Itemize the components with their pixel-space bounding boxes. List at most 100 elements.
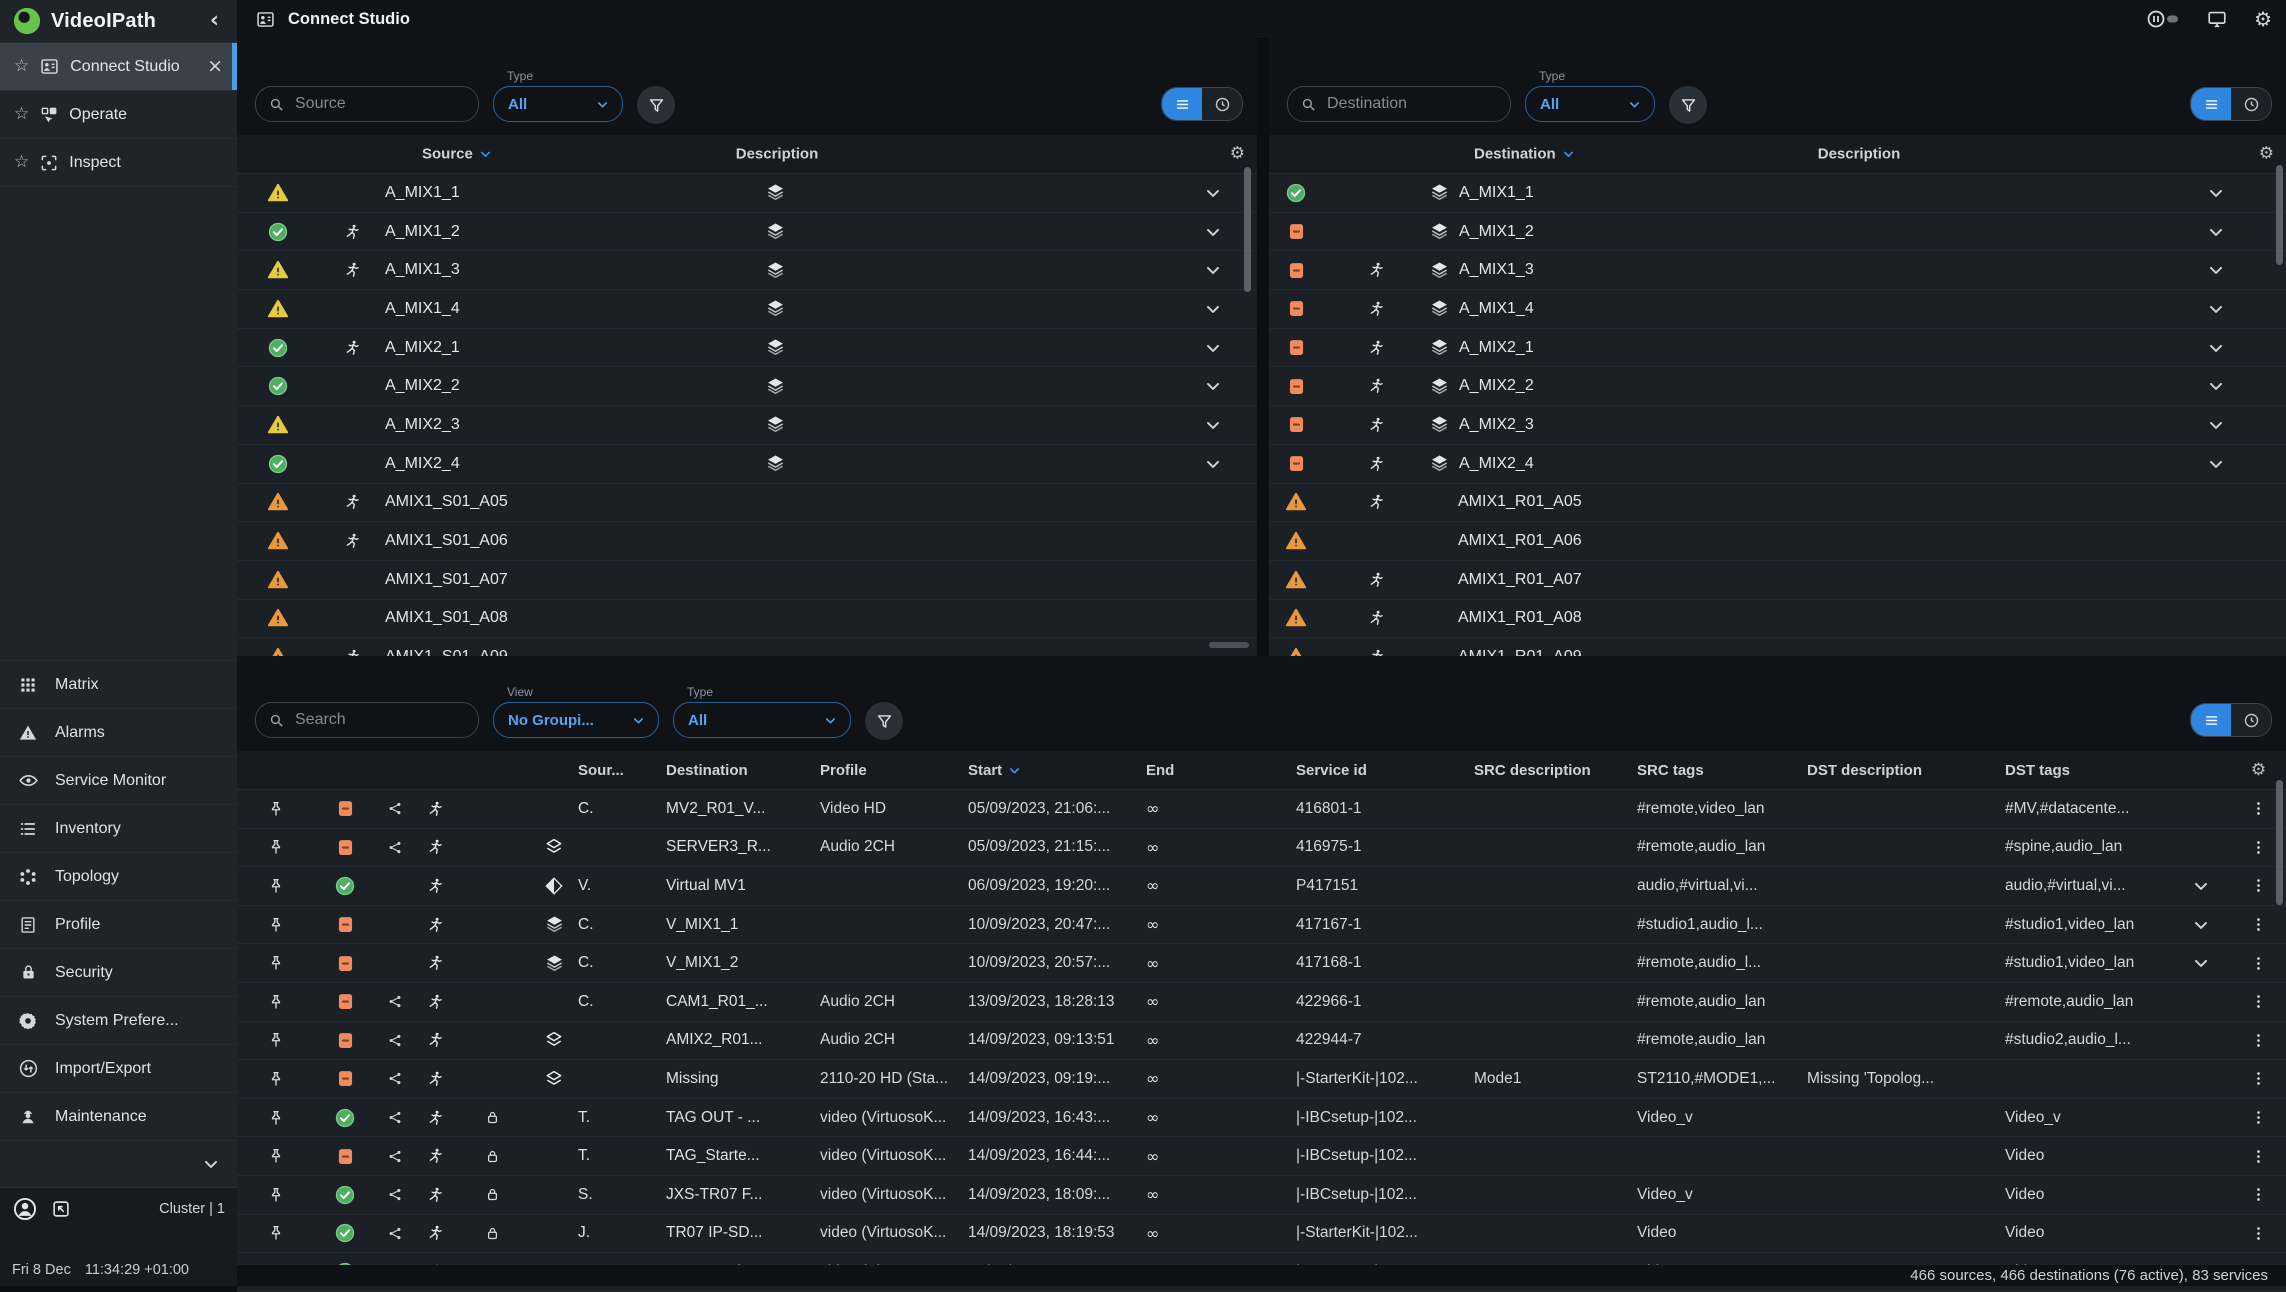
service-row[interactable]: C.V_MIX1_210/09/2023, 20:57:...∞417168-1… [237, 944, 2286, 983]
kebab-menu-icon[interactable] [2250, 800, 2267, 817]
clock-view-icon[interactable] [2231, 88, 2271, 120]
settings-gear-icon[interactable]: ⚙ [2254, 9, 2272, 29]
destination-row[interactable]: A_MIX2_2 [1269, 367, 2286, 406]
pin-icon[interactable] [267, 916, 285, 934]
service-row[interactable]: S.JXS-TR07 F...video (VirtuosoK...14/09/… [237, 1176, 2286, 1215]
kebab-menu-icon[interactable] [2250, 1148, 2267, 1165]
service-row[interactable]: Missing2110-20 HD (Sta...14/09/2023, 09:… [237, 1060, 2286, 1099]
source-row[interactable]: A_MIX2_3 [237, 406, 1257, 445]
source-row[interactable]: A_MIX2_4 [237, 445, 1257, 484]
destination-row[interactable]: A_MIX1_4 [1269, 290, 2286, 329]
kebab-menu-icon[interactable] [2250, 1186, 2267, 1203]
source-row[interactable]: A_MIX2_1 [237, 329, 1257, 368]
source-column-header[interactable]: Source [422, 146, 493, 163]
pin-icon[interactable] [267, 993, 285, 1011]
service-row[interactable]: V.Virtual MV106/09/2023, 19:20:...∞P4171… [237, 867, 2286, 906]
chevron-down-icon[interactable] [1203, 183, 1223, 203]
chevron-down-icon[interactable] [1203, 454, 1223, 474]
services-search-field[interactable] [293, 710, 447, 730]
kebab-menu-icon[interactable] [2250, 955, 2267, 972]
kebab-menu-icon[interactable] [2250, 916, 2267, 933]
sidebar-expand-row[interactable] [0, 1140, 237, 1187]
pin-icon[interactable] [267, 1031, 285, 1049]
pause-toggle-icon[interactable] [2146, 7, 2180, 31]
column-header-dst-description[interactable]: DST description [1807, 762, 2005, 779]
source-view-toggle[interactable] [1161, 87, 1243, 121]
source-horizontal-scrollbar[interactable] [1209, 642, 1249, 648]
sidebar-item-maintenance[interactable]: Maintenance [0, 1092, 237, 1140]
list-view-icon[interactable] [2191, 88, 2231, 120]
kebab-menu-icon[interactable] [2250, 1225, 2267, 1242]
source-filter-button[interactable] [637, 86, 675, 124]
chevron-down-icon[interactable] [1203, 376, 1223, 396]
source-row[interactable]: A_MIX1_2 [237, 213, 1257, 252]
service-row[interactable]: SERVER3_R...Audio 2CH05/09/2023, 21:15:.… [237, 829, 2286, 868]
chevron-down-icon[interactable] [2206, 415, 2226, 435]
sidebar-item-security[interactable]: Security [0, 948, 237, 996]
source-type-dropdown[interactable]: All [493, 86, 623, 122]
kebab-menu-icon[interactable] [2250, 993, 2267, 1010]
sidebar-item-alarms[interactable]: Alarms [0, 708, 237, 756]
pin-icon[interactable] [267, 838, 285, 856]
source-search-input[interactable] [255, 86, 479, 122]
sidebar-tab-connect-studio[interactable]: ☆Connect Studio× [0, 42, 237, 90]
kebab-menu-icon[interactable] [2250, 877, 2267, 894]
user-avatar-icon[interactable] [12, 1196, 38, 1222]
source-row[interactable]: AMIX1_S01_A08 [237, 600, 1257, 639]
pin-icon[interactable] [267, 1224, 285, 1242]
favorite-star-icon[interactable]: ☆ [14, 106, 29, 123]
source-row[interactable]: AMIX1_S01_A07 [237, 561, 1257, 600]
destination-type-dropdown[interactable]: All [1525, 86, 1655, 122]
source-row[interactable]: AMIX1_S01_A05 [237, 484, 1257, 523]
kebab-menu-icon[interactable] [2250, 839, 2267, 856]
destination-search-field[interactable] [1325, 94, 1479, 114]
chevron-down-icon[interactable] [1203, 299, 1223, 319]
chevron-down-icon[interactable] [2206, 299, 2226, 319]
service-row[interactable]: T.TAG OUT - ...video (VirtuosoK...14/09/… [237, 1099, 2286, 1138]
service-row[interactable]: J.TR07 IP-SD...video (VirtuosoK...14/09/… [237, 1215, 2286, 1254]
sidebar-tab-operate[interactable]: ☆Operate [0, 90, 237, 138]
pin-icon[interactable] [267, 1147, 285, 1165]
destination-row[interactable]: A_MIX1_1 [1269, 174, 2286, 213]
destination-row[interactable]: A_MIX2_3 [1269, 406, 2286, 445]
session-tag-icon[interactable] [50, 1198, 72, 1220]
clock-view-icon[interactable] [2231, 704, 2271, 736]
services-type-dropdown[interactable]: All [673, 702, 851, 738]
source-search-field[interactable] [293, 94, 447, 114]
destination-row[interactable]: AMIX1_R01_A07 [1269, 561, 2286, 600]
sidebar-item-service-monitor[interactable]: Service Monitor [0, 756, 237, 804]
sidebar-item-topology[interactable]: Topology [0, 852, 237, 900]
source-row[interactable]: A_MIX1_3 [237, 251, 1257, 290]
description-column-header[interactable]: Description [687, 146, 867, 163]
destination-row[interactable]: A_MIX2_1 [1269, 329, 2286, 368]
chevron-down-icon[interactable] [2206, 222, 2226, 242]
destination-vertical-scrollbar[interactable] [2276, 165, 2283, 265]
monitor-icon[interactable] [2206, 8, 2228, 30]
chevron-down-icon[interactable] [2206, 376, 2226, 396]
chevron-down-icon[interactable] [2191, 876, 2211, 896]
sidebar-item-profile[interactable]: Profile [0, 900, 237, 948]
column-header-start[interactable]: Start [968, 762, 1146, 779]
services-search-input[interactable] [255, 702, 479, 738]
chevron-down-icon[interactable] [1203, 415, 1223, 435]
pin-icon[interactable] [267, 1109, 285, 1127]
sidebar-item-import-export[interactable]: Import/Export [0, 1044, 237, 1092]
column-header-service-id[interactable]: Service id [1296, 762, 1474, 779]
chevron-down-icon[interactable] [1203, 222, 1223, 242]
destination-column-header[interactable]: Destination [1474, 146, 1576, 163]
source-vertical-scrollbar[interactable] [1244, 167, 1251, 292]
destination-search-input[interactable] [1287, 86, 1511, 122]
sidebar-item-matrix[interactable]: Matrix [0, 660, 237, 708]
close-icon[interactable]: × [203, 57, 227, 76]
chevron-down-icon[interactable] [2206, 183, 2226, 203]
column-header-profile[interactable]: Profile [820, 762, 968, 779]
kebab-menu-icon[interactable] [2250, 1070, 2267, 1087]
destination-row[interactable]: AMIX1_R01_A06 [1269, 522, 2286, 561]
favorite-star-icon[interactable]: ☆ [14, 58, 29, 75]
column-settings-gear-icon[interactable]: ⚙ [1230, 146, 1245, 163]
service-row[interactable]: T.TAG_Starte...video (VirtuosoK...14/09/… [237, 1137, 2286, 1176]
source-row[interactable]: A_MIX1_1 [237, 174, 1257, 213]
services-view-toggle[interactable] [2190, 703, 2272, 737]
source-row[interactable]: A_MIX2_2 [237, 367, 1257, 406]
column-settings-gear-icon[interactable]: ⚙ [2251, 762, 2266, 779]
